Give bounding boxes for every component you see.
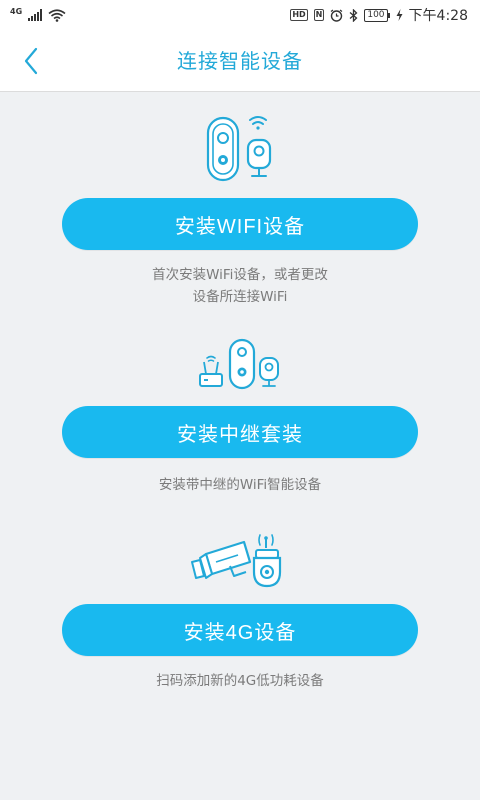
description-line: 安装带中继的WiFi智能设备 bbox=[158, 477, 322, 493]
4g-device-description: 扫码添加新的4G低功耗设备 bbox=[0, 670, 480, 692]
page-title: 连接智能设备 bbox=[177, 49, 303, 73]
install-wifi-device-button[interactable]: 安装WIFI设备 bbox=[62, 198, 418, 250]
relay-kit-description: 安装带中继的WiFi智能设备 bbox=[0, 474, 480, 496]
install-relay-kit-button[interactable]: 安装中继套装 bbox=[62, 406, 418, 458]
router-doorbell-camera-icon bbox=[199, 338, 279, 390]
signal-strength-icon bbox=[28, 9, 43, 21]
nfc-badge-icon: N bbox=[313, 9, 325, 21]
chevron-left-icon bbox=[24, 47, 38, 75]
nav-bar: 连接智能设备 bbox=[0, 30, 480, 92]
status-bar-right: HD N 100 下午4:28 bbox=[290, 5, 468, 25]
wifi-device-description: 首次安装WiFi设备，或者更改 设备所连接WiFi bbox=[0, 264, 480, 308]
status-bar: 4G HD N 100 下午4:28 bbox=[0, 0, 480, 30]
network-type-label: 4G bbox=[10, 6, 23, 16]
charging-icon bbox=[396, 9, 403, 21]
install-4g-device-button[interactable]: 安装4G设备 bbox=[62, 604, 418, 656]
wifi-status-icon bbox=[48, 8, 66, 22]
description-line: 设备所连接WiFi bbox=[192, 289, 288, 305]
doorbell-camera-wifi-icon bbox=[206, 116, 272, 182]
cctv-camera-4g-icon bbox=[191, 534, 282, 588]
status-bar-left: 4G bbox=[10, 6, 66, 22]
back-button[interactable] bbox=[14, 44, 48, 78]
clock-time: 下午4:28 bbox=[408, 8, 468, 24]
description-line: 首次安装WiFi设备，或者更改 bbox=[152, 267, 328, 283]
bluetooth-icon bbox=[349, 8, 358, 22]
battery-icon: 100 bbox=[364, 8, 390, 22]
alarm-clock-icon bbox=[330, 9, 343, 22]
battery-level-label: 100 bbox=[364, 8, 388, 22]
description-line: 扫码添加新的4G低功耗设备 bbox=[156, 673, 324, 689]
hd-badge-icon: HD bbox=[290, 9, 308, 21]
